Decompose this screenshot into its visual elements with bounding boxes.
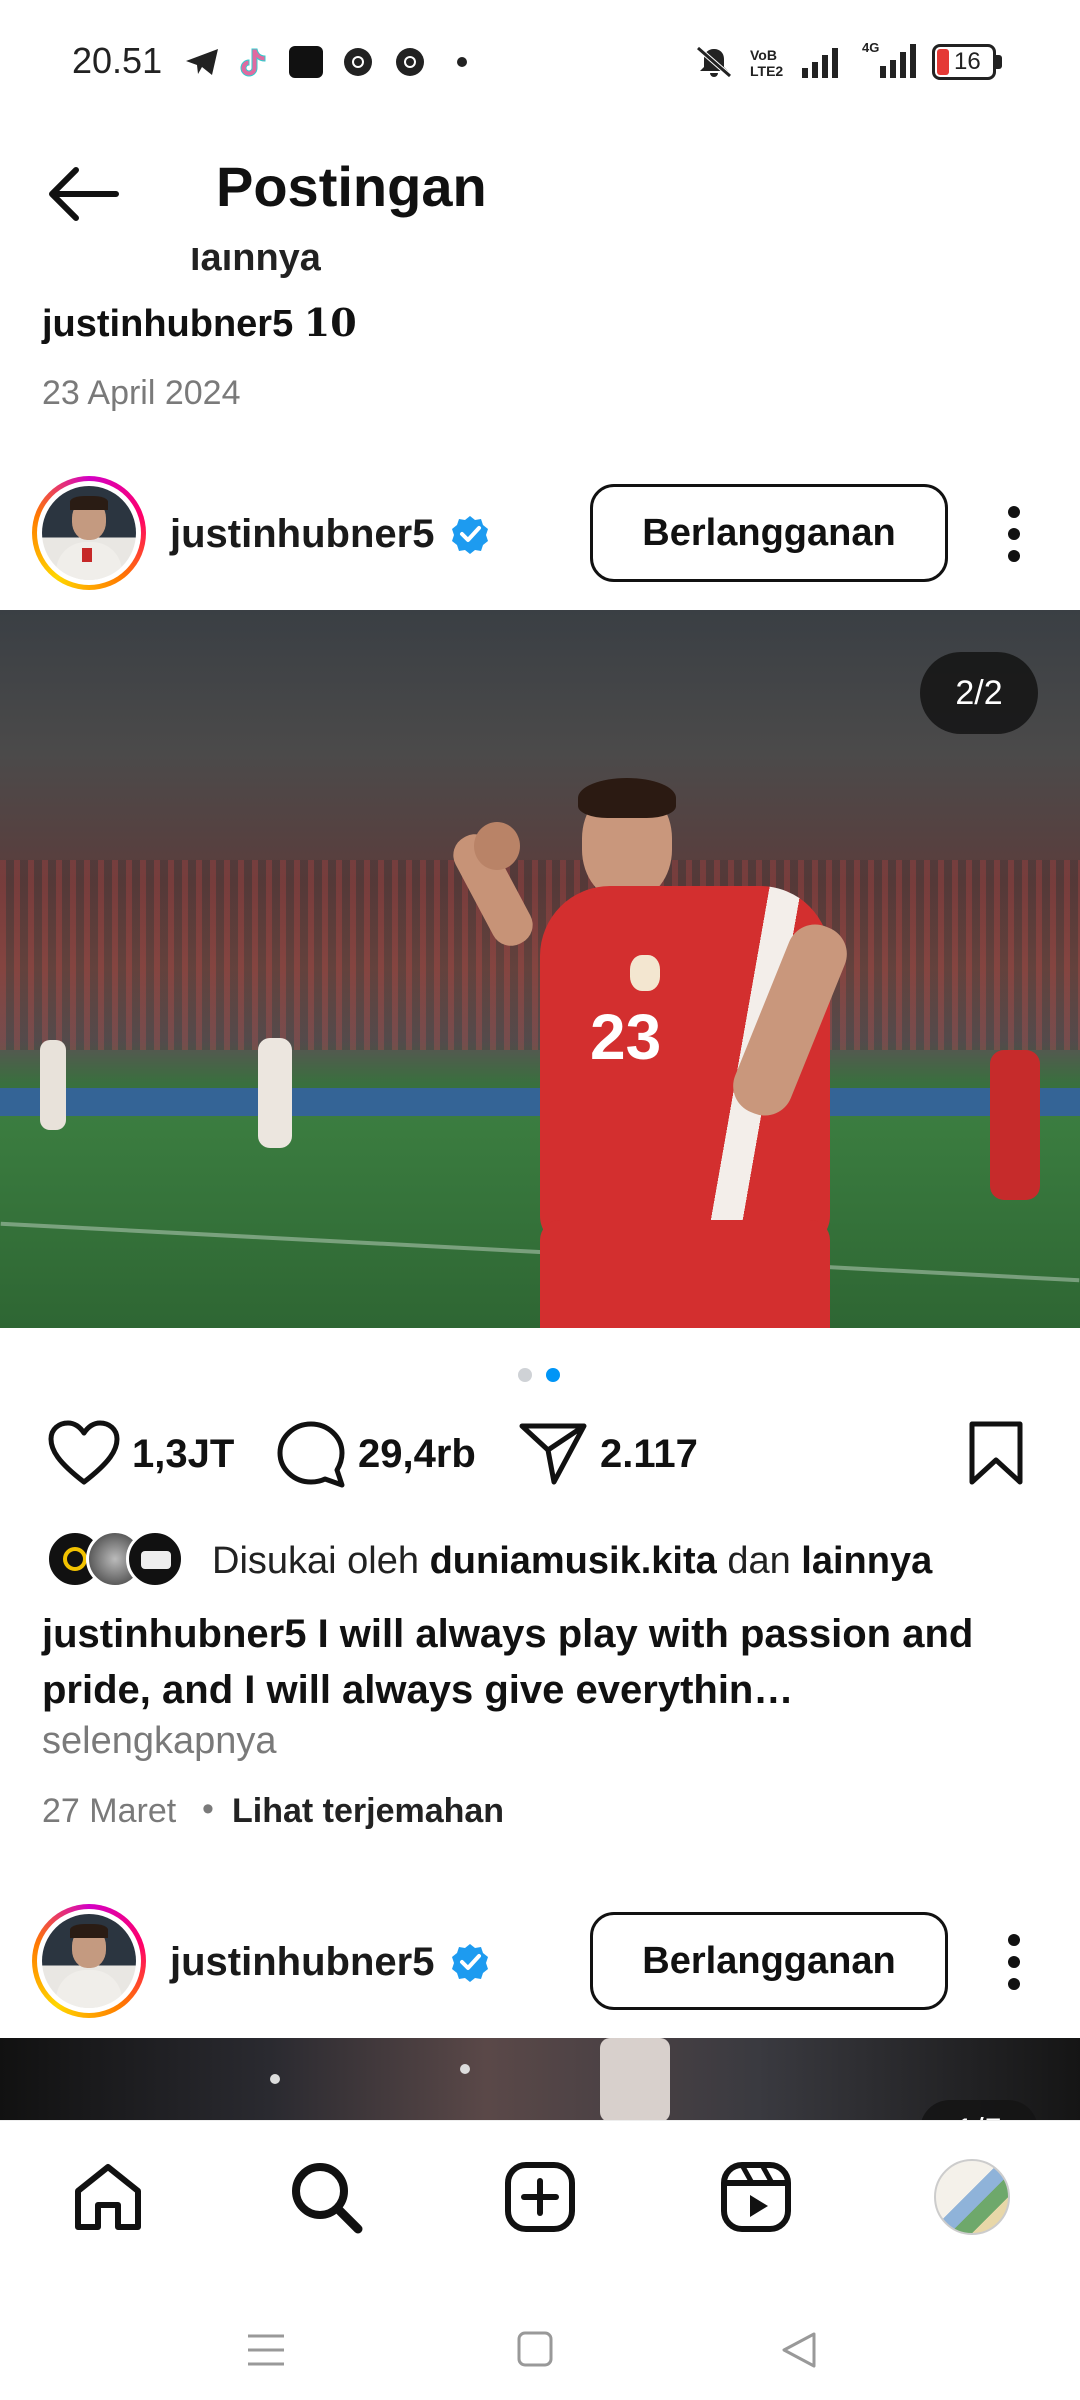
see-translation-link[interactable]: Lihat terjemahan (232, 1792, 504, 1831)
svg-text:4G: 4G (862, 40, 879, 55)
bookmark-save-icon[interactable] (966, 1420, 1026, 1486)
carousel-dot-active (546, 1368, 560, 1382)
liked-by-prefix: Disukai oleh (212, 1540, 419, 1582)
create-icon[interactable] (504, 2161, 576, 2233)
likes-count[interactable]: 1,3JT (132, 1432, 234, 1477)
like-heart-icon[interactable] (48, 1420, 120, 1486)
svg-text:LTE2: LTE2 (750, 63, 783, 78)
back-triangle-icon[interactable] (780, 2330, 818, 2370)
chrome-icon (344, 48, 372, 76)
battery-icon: 16 (932, 44, 1002, 80)
post-date: 27 Maret (42, 1792, 177, 1830)
caption-username[interactable]: justinhubner5 (42, 1612, 306, 1656)
reels-icon[interactable] (720, 2161, 792, 2233)
liked-by-others[interactable]: lainnya (801, 1540, 932, 1582)
more-options-icon[interactable] (1004, 504, 1024, 564)
signal-icon (802, 48, 838, 78)
battery-level: 16 (954, 48, 981, 75)
comment-icon[interactable] (276, 1420, 346, 1490)
next-post-username[interactable]: justinhubner5 (170, 1940, 434, 1985)
volte-icon: VoBLTE2 (750, 47, 783, 78)
next-post-photo[interactable]: 1/5 (0, 2038, 1080, 2122)
tiktok-icon (240, 48, 266, 77)
liked-by-avatars[interactable] (46, 1530, 186, 1588)
date-separator: • (202, 1790, 214, 1828)
previous-caption-user[interactable]: justinhubner5 (42, 303, 293, 345)
next-subscribe-button[interactable]: Berlangganan (590, 1912, 948, 2010)
liked-by-text: Disukai oleh duniamusik.kita dan lainnya (212, 1540, 932, 1583)
back-arrow-icon[interactable] (46, 164, 120, 224)
page-title: Postingan (216, 155, 487, 218)
photo-background-player (990, 1050, 1040, 1200)
image-counter: 2/2 (920, 652, 1038, 734)
more-notifications-dot-icon (457, 57, 467, 67)
photo-player-hair (578, 778, 676, 818)
home-icon[interactable] (72, 2161, 144, 2233)
recents-icon[interactable] (246, 2332, 286, 2368)
see-more-link[interactable]: selengkapnya (42, 1720, 277, 1763)
carousel-dot (518, 1368, 532, 1382)
post-caption: justinhubner5 I will always play with pa… (42, 1606, 1042, 1718)
search-icon[interactable] (288, 2159, 364, 2235)
previous-post-date: 23 April 2024 (42, 374, 241, 412)
mute-bell-icon (696, 46, 732, 78)
liker-avatar (126, 1530, 184, 1588)
photo-jersey-number: 23 (590, 1001, 662, 1073)
signal-4g-icon: 4G (862, 40, 916, 78)
verified-badge-icon (452, 1944, 488, 1982)
system-navigation-bar (0, 2280, 1080, 2400)
status-time: 20.51 (72, 40, 163, 81)
previous-post-caption: justinhubner5 10 (42, 300, 357, 346)
photo-background-player (258, 1038, 292, 1148)
previous-caption-text: 10 (303, 300, 357, 345)
photo-player-shorts (540, 1220, 830, 1328)
verified-badge-icon (452, 516, 488, 554)
photo-player-fist (474, 822, 520, 870)
top-bar: Postingan (0, 124, 1080, 264)
photo-jersey-crest (630, 955, 660, 991)
profile-avatar[interactable] (934, 2159, 1010, 2235)
post-avatar[interactable] (32, 476, 146, 590)
chrome-icon-2 (396, 48, 424, 76)
photo-background-player (40, 1040, 66, 1130)
post-photo[interactable]: 23 (0, 610, 1080, 1328)
telegram-icon (186, 49, 218, 75)
share-send-icon[interactable] (518, 1420, 588, 1486)
subscribe-button[interactable]: Berlangganan (590, 484, 948, 582)
next-post-avatar[interactable] (32, 1904, 146, 2018)
svg-text:VoB: VoB (750, 47, 777, 63)
status-bar: 20.51 VoB LTE2 4G 16 (0, 0, 1080, 124)
next-more-options-icon[interactable] (1004, 1932, 1024, 1992)
bottom-navigation (0, 2120, 1080, 2280)
app-square-icon (289, 46, 323, 78)
cut-off-text: lainnya (190, 248, 321, 279)
shares-count[interactable]: 2.117 (600, 1432, 698, 1477)
comments-count[interactable]: 29,4rb (358, 1432, 476, 1477)
home-button-icon[interactable] (516, 2330, 554, 2368)
liked-by-user[interactable]: duniamusik.kita (430, 1540, 717, 1582)
next-image-counter: 1/5 (920, 2100, 1038, 2122)
liked-by-mid: dan (727, 1540, 791, 1582)
post-username[interactable]: justinhubner5 (170, 512, 434, 557)
